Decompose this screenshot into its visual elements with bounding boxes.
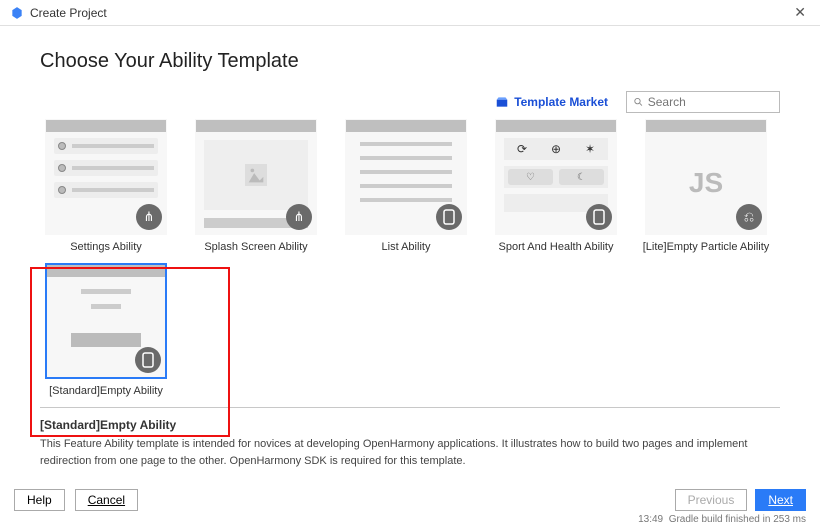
close-icon[interactable]: ✕ — [790, 4, 810, 21]
template-label: List Ability — [382, 241, 431, 253]
template-sport-and-health-ability[interactable]: ⟳⊕✶ ♡☾ Sport And Health Ability — [490, 119, 622, 253]
status-time: 13:49 — [638, 514, 663, 525]
template-label: [Lite]Empty Particle Ability — [643, 241, 770, 253]
search-icon — [633, 96, 644, 108]
share-icon: ⋔ — [136, 204, 162, 230]
description-panel: [Standard]Empty Ability This Feature Abi… — [0, 408, 820, 469]
description-title: [Standard]Empty Ability — [40, 418, 780, 432]
titlebar: Create Project ✕ — [0, 0, 820, 26]
template-thumb[interactable]: ⋔ — [45, 119, 167, 235]
template-thumb[interactable]: ⋔ — [195, 119, 317, 235]
template-lite-empty-particle-ability[interactable]: JS ⎌ [Lite]Empty Particle Ability — [640, 119, 772, 253]
template-label: Settings Ability — [70, 241, 142, 253]
template-row-1: ⋔ Settings Ability ⋔ Splash Screen Abili… — [40, 119, 780, 253]
search-input[interactable] — [648, 95, 773, 109]
template-thumb[interactable]: ⟳⊕✶ ♡☾ — [495, 119, 617, 235]
cancel-button[interactable]: Cancel — [75, 489, 138, 511]
template-label: Sport And Health Ability — [499, 241, 614, 253]
phone-icon — [586, 204, 612, 230]
template-row-2: [Standard]Empty Ability — [40, 263, 780, 397]
phone-icon — [436, 204, 462, 230]
window-title: Create Project — [30, 6, 107, 20]
phone-icon — [135, 347, 161, 373]
help-button[interactable]: Help — [14, 489, 65, 511]
market-icon — [495, 95, 509, 109]
next-button[interactable]: Next — [755, 489, 806, 511]
titlebar-left: Create Project — [10, 6, 107, 20]
status-message: Gradle build finished in 253 ms — [669, 514, 806, 525]
content: Choose Your Ability Template Template Ma… — [0, 26, 820, 397]
page-title: Choose Your Ability Template — [40, 50, 780, 73]
template-gallery: ⋔ Settings Ability ⋔ Splash Screen Abili… — [40, 119, 780, 397]
app-icon — [10, 6, 24, 20]
previous-button: Previous — [675, 489, 748, 511]
share-icon: ⋔ — [286, 204, 312, 230]
toolbar: Template Market — [40, 91, 780, 113]
template-thumb[interactable]: JS ⎌ — [645, 119, 767, 235]
image-icon — [242, 164, 270, 186]
template-label: [Standard]Empty Ability — [49, 385, 163, 397]
template-settings-ability[interactable]: ⋔ Settings Ability — [40, 119, 172, 253]
search-box[interactable] — [626, 91, 780, 113]
template-standard-empty-ability[interactable]: [Standard]Empty Ability — [40, 263, 172, 397]
template-splash-screen-ability[interactable]: ⋔ Splash Screen Ability — [190, 119, 322, 253]
template-market-label: Template Market — [514, 95, 608, 109]
template-list-ability[interactable]: List Ability — [340, 119, 472, 253]
template-thumb[interactable] — [345, 119, 467, 235]
router-icon: ⎌ — [736, 204, 762, 230]
template-market-link[interactable]: Template Market — [495, 95, 608, 109]
statusbar: 13:49 Gradle build finished in 253 ms — [0, 514, 820, 525]
template-thumb-selected[interactable] — [45, 263, 167, 379]
footer: Help Cancel Previous Next — [0, 489, 820, 511]
description-text: This Feature Ability template is intende… — [40, 436, 780, 469]
template-label: Splash Screen Ability — [204, 241, 307, 253]
